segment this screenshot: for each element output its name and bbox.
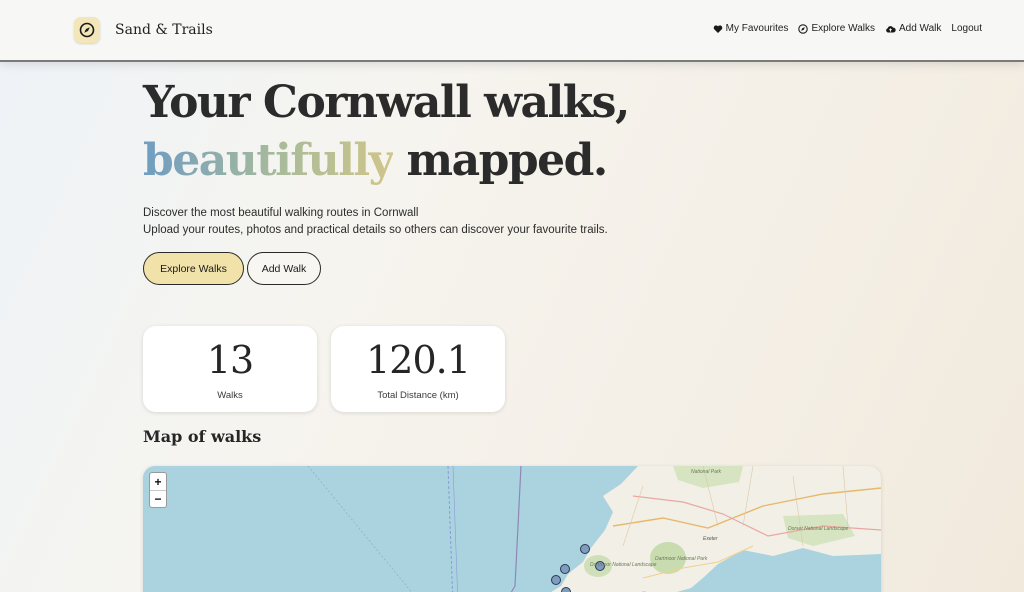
- nav-my-favourites[interactable]: My Favourites: [713, 23, 789, 34]
- hero-subtitle-line1: Discover the most beautiful walking rout…: [143, 207, 419, 219]
- hero-title: Your Cornwall walks, beautifully mapped.: [143, 74, 630, 190]
- nav-my-favourites-label: My Favourites: [725, 23, 789, 34]
- top-navigation-bar: Sand & Trails My Favourites Explore Walk…: [0, 0, 1024, 62]
- hero-title-line2-rest: mapped.: [392, 135, 609, 186]
- walk-marker[interactable]: [595, 561, 605, 571]
- hero-title-line1: Your Cornwall walks,: [143, 77, 630, 128]
- brand[interactable]: Sand & Trails: [74, 17, 213, 43]
- hero-subtitle-line2: Upload your routes, photos and practical…: [143, 224, 608, 236]
- nav-explore-walks-label: Explore Walks: [811, 23, 875, 34]
- compass-icon: [798, 23, 809, 34]
- map-section-title: Map of walks: [143, 427, 262, 446]
- nav-logout[interactable]: Logout: [951, 23, 982, 34]
- nav-add-walk-label: Add Walk: [898, 23, 942, 34]
- heart-icon: [713, 24, 722, 33]
- walks-map[interactable]: National Park Exeter Dartmoor National P…: [143, 466, 881, 592]
- stat-card-total-distance: 120.1 Total Distance (km): [331, 326, 505, 412]
- walk-marker[interactable]: [560, 564, 570, 574]
- nav-add-walk[interactable]: Add Walk: [885, 23, 941, 34]
- cloud-upload-icon: [886, 25, 896, 32]
- hero-subtitle: Discover the most beautiful walking rout…: [143, 205, 608, 239]
- add-walk-button[interactable]: Add Walk: [247, 252, 321, 285]
- compass-logo-icon: [74, 17, 100, 43]
- explore-walks-button[interactable]: Explore Walks: [143, 252, 244, 285]
- main-nav: My Favourites Explore Walks Add Walk Log…: [713, 23, 982, 34]
- walk-marker[interactable]: [580, 544, 590, 554]
- walk-marker[interactable]: [551, 575, 561, 585]
- stat-card-walks: 13 Walks: [143, 326, 317, 412]
- map-zoom-control: + −: [149, 472, 167, 508]
- nav-logout-label: Logout: [951, 23, 982, 34]
- brand-name: Sand & Trails: [115, 22, 213, 38]
- map-tiles: [307, 466, 881, 592]
- stat-value-total-distance: 120.1: [366, 338, 471, 382]
- nav-explore-walks[interactable]: Explore Walks: [798, 23, 875, 34]
- stat-value-walks: 13: [206, 338, 254, 382]
- zoom-in-button[interactable]: +: [150, 473, 166, 490]
- stat-label-total-distance: Total Distance (km): [377, 390, 459, 401]
- stat-label-walks: Walks: [217, 390, 243, 401]
- hero-title-accent: beautifully: [143, 135, 394, 186]
- zoom-out-button[interactable]: −: [150, 490, 166, 507]
- walk-marker[interactable]: [561, 587, 571, 592]
